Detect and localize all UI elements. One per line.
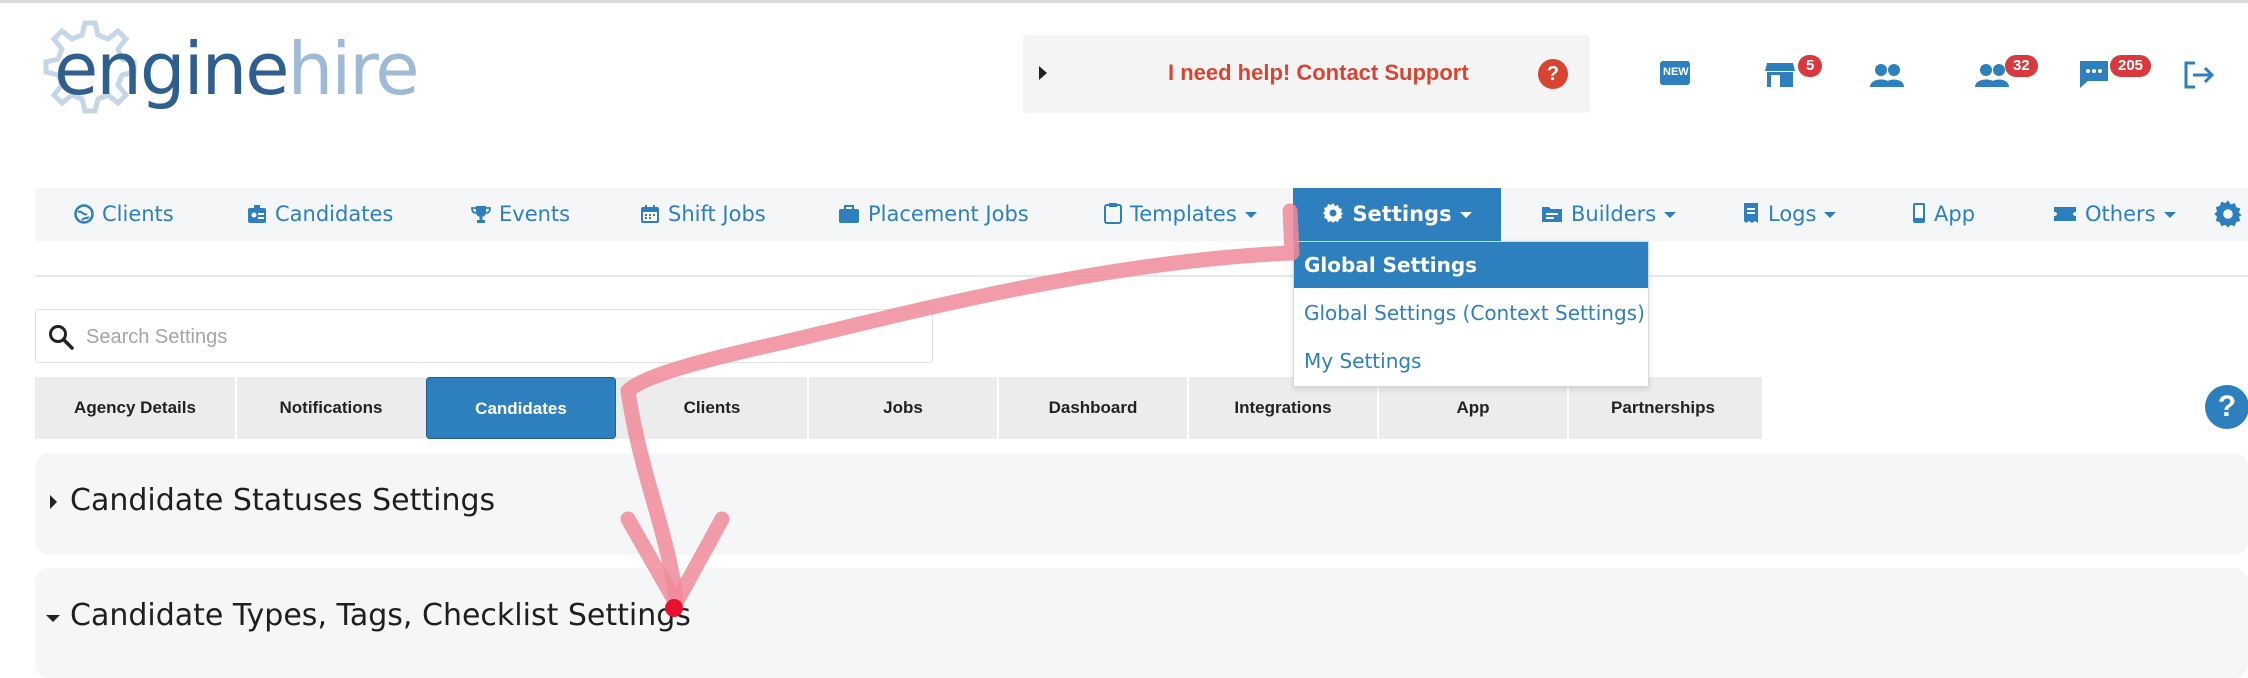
store-icon[interactable]: [1765, 61, 1795, 93]
chevron-down-icon: [1664, 212, 1677, 218]
tab-clients[interactable]: Clients: [617, 377, 807, 439]
logo-text-secondary: hire: [287, 27, 420, 111]
nav-builders[interactable]: Builders: [1541, 188, 1677, 241]
folder-icon: [1542, 207, 1562, 222]
globe-icon: [74, 204, 94, 224]
enginehire-logo[interactable]: enginehire: [30, 13, 420, 143]
nav-events[interactable]: Events: [471, 188, 570, 241]
section-candidate-statuses[interactable]: Candidate Statuses Settings: [35, 453, 2248, 555]
nav-templates-label: Templates: [1130, 202, 1237, 226]
nav-placement-jobs[interactable]: Placement Jobs: [838, 188, 1029, 241]
nav-builders-label: Builders: [1571, 202, 1657, 226]
section-title: Candidate Statuses Settings: [70, 483, 496, 518]
tab-candidates[interactable]: Candidates: [426, 377, 616, 439]
receipt-icon: [1744, 203, 1758, 223]
gear-icon: [1323, 203, 1344, 223]
tab-agency-details[interactable]: Agency Details: [40, 377, 230, 439]
nav-logs-label: Logs: [1768, 202, 1817, 226]
tab-notifications[interactable]: Notifications: [236, 377, 426, 439]
chat-icon[interactable]: [2078, 59, 2110, 93]
chevron-down-icon: [2163, 212, 2176, 218]
gear-icon: [2214, 200, 2242, 228]
nav-shift-jobs-label: Shift Jobs: [668, 202, 766, 226]
tab-jobs[interactable]: Jobs: [808, 377, 998, 439]
nav-others[interactable]: Others: [2053, 188, 2176, 241]
chat-badge: 205: [2110, 55, 2152, 77]
settings-dropdown-menu: Global Settings Global Settings (Context…: [1293, 241, 1649, 387]
nav-clients[interactable]: Clients: [74, 188, 174, 241]
help-icon[interactable]: ?: [2205, 385, 2248, 429]
expand-toggle-icon[interactable]: [50, 495, 57, 509]
nav-shift-jobs[interactable]: Shift Jobs: [640, 188, 766, 241]
logo-text-primary: engine: [54, 27, 290, 111]
nav-events-label: Events: [499, 202, 571, 226]
user-group-badge: 32: [2005, 55, 2038, 77]
clipboard-icon: [1104, 203, 1122, 224]
contact-support-link[interactable]: I need help! Contact Support: [1168, 59, 1469, 87]
section-title: Candidate Types, Tags, Checklist Setting…: [70, 598, 691, 633]
chevron-down-icon: [1244, 212, 1257, 218]
menu-item-global-settings[interactable]: Global Settings: [1294, 242, 1648, 288]
calendar-icon: [641, 205, 659, 223]
nav-divider: [35, 275, 2248, 277]
nav-app-label: App: [1934, 202, 1976, 226]
id-badge-icon: [248, 205, 266, 223]
nav-candidates[interactable]: Candidates: [247, 188, 393, 241]
nav-app[interactable]: App: [1912, 188, 1975, 241]
search-input[interactable]: [84, 318, 908, 356]
nav-candidates-label: Candidates: [275, 202, 394, 226]
nav-settings-gear[interactable]: [2213, 188, 2248, 241]
nav-templates[interactable]: Templates: [1104, 188, 1257, 241]
nav-settings[interactable]: Settings: [1293, 188, 1501, 241]
nav-logs[interactable]: Logs: [1742, 188, 1837, 241]
menu-item-my-settings[interactable]: My Settings: [1294, 338, 1648, 384]
new-icon-text: NEW: [1663, 66, 1689, 78]
briefcase-icon: [839, 205, 859, 223]
tab-dashboard[interactable]: Dashboard: [998, 377, 1188, 439]
logout-icon[interactable]: [2183, 60, 2215, 94]
store-badge: 5: [1798, 55, 1823, 77]
search-settings-box[interactable]: [35, 309, 933, 363]
trophy-icon: [471, 206, 491, 223]
nav-placement-jobs-label: Placement Jobs: [868, 202, 1029, 226]
collapse-toggle-icon[interactable]: [1039, 66, 1047, 80]
new-icon[interactable]: NEW: [1660, 61, 1690, 89]
menu-item-global-context-settings[interactable]: Global Settings (Context Settings): [1294, 290, 1648, 336]
collapse-toggle-icon[interactable]: [46, 615, 60, 622]
support-help-icon[interactable]: ?: [1538, 59, 1568, 89]
chevron-down-icon: [1459, 212, 1472, 218]
nav-settings-label: Settings: [1352, 202, 1452, 226]
users-icon[interactable]: [1870, 63, 1904, 91]
user-group-icon[interactable]: [1975, 63, 2009, 91]
search-icon: [49, 325, 74, 350]
nav-others-label: Others: [2085, 202, 2156, 226]
nav-clients-label: Clients: [102, 202, 174, 226]
mobile-icon: [1913, 203, 1925, 223]
contact-support-box[interactable]: I need help! Contact Support ?: [1023, 35, 1590, 113]
chevron-down-icon: [1824, 212, 1837, 218]
ticket-icon: [2054, 207, 2076, 221]
